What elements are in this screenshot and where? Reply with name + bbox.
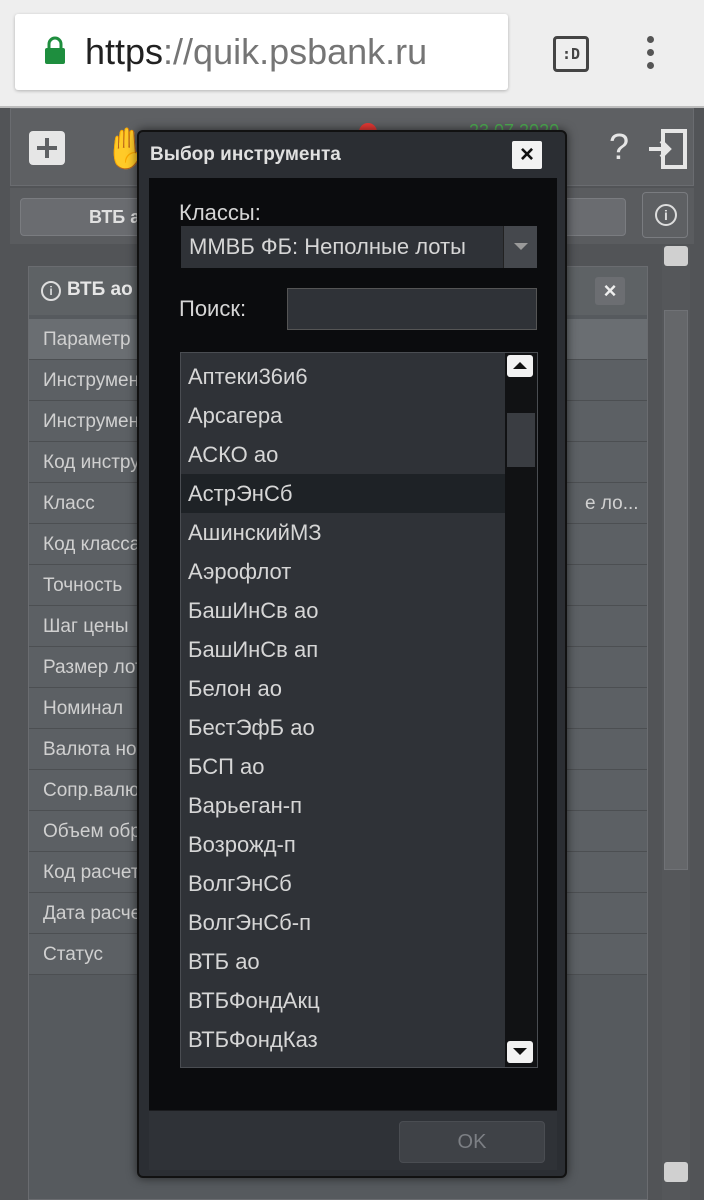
search-label: Поиск: <box>179 296 247 321</box>
instrument-list-items: Аптеки36и6 Арсагера АСКО ао АстрЭнСб Аши… <box>181 357 505 1059</box>
list-item[interactable]: БСП ао <box>181 747 505 786</box>
exit-icon[interactable] <box>647 129 687 169</box>
list-item[interactable]: ВТБФондКаз <box>181 1020 505 1059</box>
list-item[interactable]: ВолгЭнСб-п <box>181 903 505 942</box>
page-scrollbar[interactable] <box>662 246 690 1200</box>
list-item[interactable]: Возрожд-п <box>181 825 505 864</box>
list-item[interactable]: БашИнСв ао <box>181 591 505 630</box>
info-icon: i <box>655 204 677 226</box>
url-bar[interactable]: https://quik.psbank.ru <box>15 14 508 90</box>
chevron-up-icon[interactable] <box>507 355 533 377</box>
ok-button[interactable]: OK <box>399 1121 545 1163</box>
browser-toolbar: https://quik.psbank.ru :D <box>0 0 704 108</box>
list-item[interactable]: БашИнСв ап <box>181 630 505 669</box>
dialog-footer: OK <box>149 1110 557 1170</box>
list-item[interactable]: ВолгЭнСб <box>181 864 505 903</box>
classes-selected-value: ММВБ ФБ: Неполные лоты <box>189 234 466 259</box>
more-menu-icon[interactable] <box>640 36 660 72</box>
scroll-down-button[interactable] <box>664 1162 688 1182</box>
list-scrollbar[interactable] <box>505 353 537 1067</box>
class-value: е ло... <box>585 493 639 514</box>
classes-label: Классы: <box>179 200 261 225</box>
tab-switcher-button[interactable]: :D <box>553 36 589 72</box>
info-icon: i <box>41 281 61 301</box>
info-button[interactable]: i <box>642 192 688 238</box>
classes-select[interactable]: ММВБ ФБ: Неполные лоты <box>181 226 537 268</box>
list-item[interactable]: Белон ао <box>181 669 505 708</box>
dialog-body: Классы: ММВБ ФБ: Неполные лоты Поиск: Ап… <box>149 178 557 1110</box>
chevron-down-icon[interactable] <box>503 226 537 268</box>
instrument-picker-dialog: Выбор инструмента × Классы: ММВБ ФБ: Неп… <box>137 130 567 1178</box>
help-icon[interactable]: ? <box>609 127 629 167</box>
add-icon[interactable] <box>29 131 65 165</box>
panel-title: ВТБ ао <box>67 279 133 300</box>
dialog-close-button[interactable]: × <box>512 141 542 169</box>
dialog-title: Выбор инструмента <box>150 144 341 165</box>
list-item[interactable]: Варьеган-п <box>181 786 505 825</box>
list-item[interactable]: АшинскийМЗ <box>181 513 505 552</box>
lock-icon <box>45 36 65 64</box>
list-item[interactable]: АСКО ао <box>181 435 505 474</box>
url-text: https://quik.psbank.ru <box>85 31 428 72</box>
chevron-down-icon[interactable] <box>507 1041 533 1063</box>
panel-close-button[interactable]: × <box>595 277 625 305</box>
instrument-list[interactable]: Аптеки36и6 Арсагера АСКО ао АстрЭнСб Аши… <box>180 352 538 1068</box>
list-scroll-thumb[interactable] <box>507 413 535 467</box>
list-item[interactable]: БестЭфБ ао <box>181 708 505 747</box>
list-item[interactable]: ВТБФондАкц <box>181 981 505 1020</box>
scroll-thumb[interactable] <box>664 310 688 870</box>
list-item[interactable]: Аэрофлот <box>181 552 505 591</box>
list-item-selected[interactable]: АстрЭнСб <box>181 474 505 513</box>
list-item[interactable]: ВТБ ао <box>181 942 505 981</box>
list-item[interactable]: Аптеки36и6 <box>181 357 505 396</box>
list-item[interactable]: Арсагера <box>181 396 505 435</box>
scroll-up-button[interactable] <box>664 246 688 266</box>
search-input[interactable] <box>287 288 537 330</box>
